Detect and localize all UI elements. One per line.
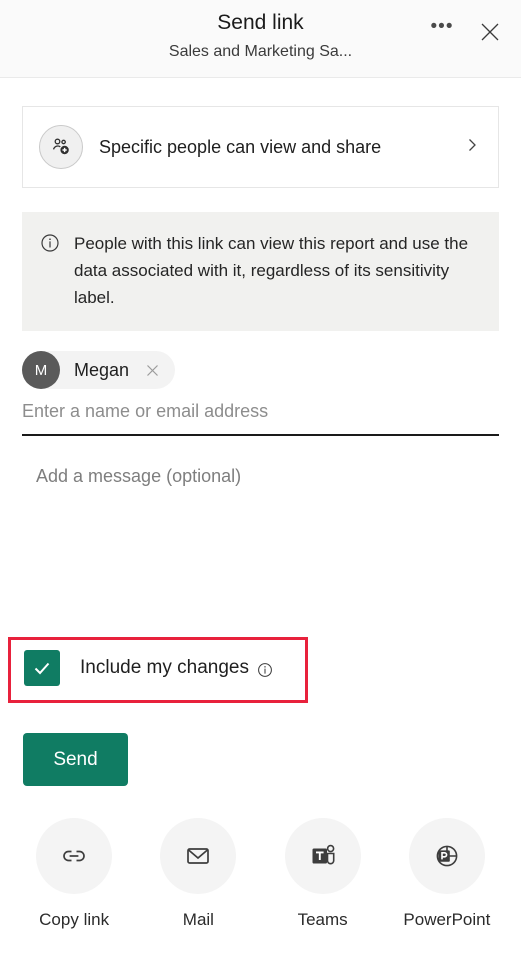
action-teams[interactable]: Teams (270, 818, 375, 930)
avatar: M (22, 351, 60, 389)
recipient-input-wrap (22, 397, 499, 436)
recipient-name: Megan (74, 359, 130, 380)
permission-label: Specific people can view and share (99, 136, 382, 157)
message-input[interactable] (22, 466, 499, 562)
include-changes-label: Include my changes (80, 657, 249, 678)
remove-recipient-button[interactable] (139, 357, 165, 383)
close-button[interactable] (473, 16, 507, 50)
people-add-icon (39, 125, 83, 169)
chevron-right-icon (464, 137, 480, 158)
permission-settings-row[interactable]: Specific people can view and share (22, 106, 499, 188)
action-label: PowerPoint (403, 910, 491, 929)
send-button[interactable]: Send (23, 733, 128, 786)
recipient-chips: M Megan (22, 351, 499, 389)
teams-icon (284, 818, 361, 894)
recipient-chip[interactable]: M Megan (22, 351, 176, 389)
mail-icon (160, 818, 237, 894)
include-changes-checkbox[interactable] (24, 650, 60, 686)
action-powerpoint[interactable]: PowerPoint (394, 818, 499, 930)
close-icon (479, 21, 501, 46)
action-copy-link[interactable]: Copy link (22, 818, 127, 930)
recipient-input[interactable] (22, 397, 499, 428)
header-actions: ••• (425, 16, 507, 50)
dialog-header: Send link Sales and Marketing Sa... ••• (0, 0, 521, 78)
ellipsis-icon: ••• (430, 16, 454, 37)
include-changes-row[interactable]: Include my changes (24, 650, 273, 686)
sensitivity-info-banner: People with this link can view this repo… (22, 212, 499, 331)
share-actions-row: Copy link Mail Teams PowerPoint (0, 818, 521, 930)
more-options-button[interactable]: ••• (425, 16, 459, 50)
action-mail[interactable]: Mail (146, 818, 251, 930)
dialog-body: Specific people can view and share Peopl… (0, 106, 521, 562)
message-wrap (22, 466, 499, 562)
powerpoint-icon (408, 818, 485, 894)
action-label: Copy link (39, 910, 110, 929)
include-changes-info-icon[interactable] (257, 662, 273, 678)
sensitivity-info-text: People with this link can view this repo… (74, 234, 469, 307)
action-label: Teams (297, 910, 348, 929)
action-label: Mail (182, 910, 214, 929)
info-icon (40, 233, 60, 258)
link-icon (36, 818, 113, 894)
